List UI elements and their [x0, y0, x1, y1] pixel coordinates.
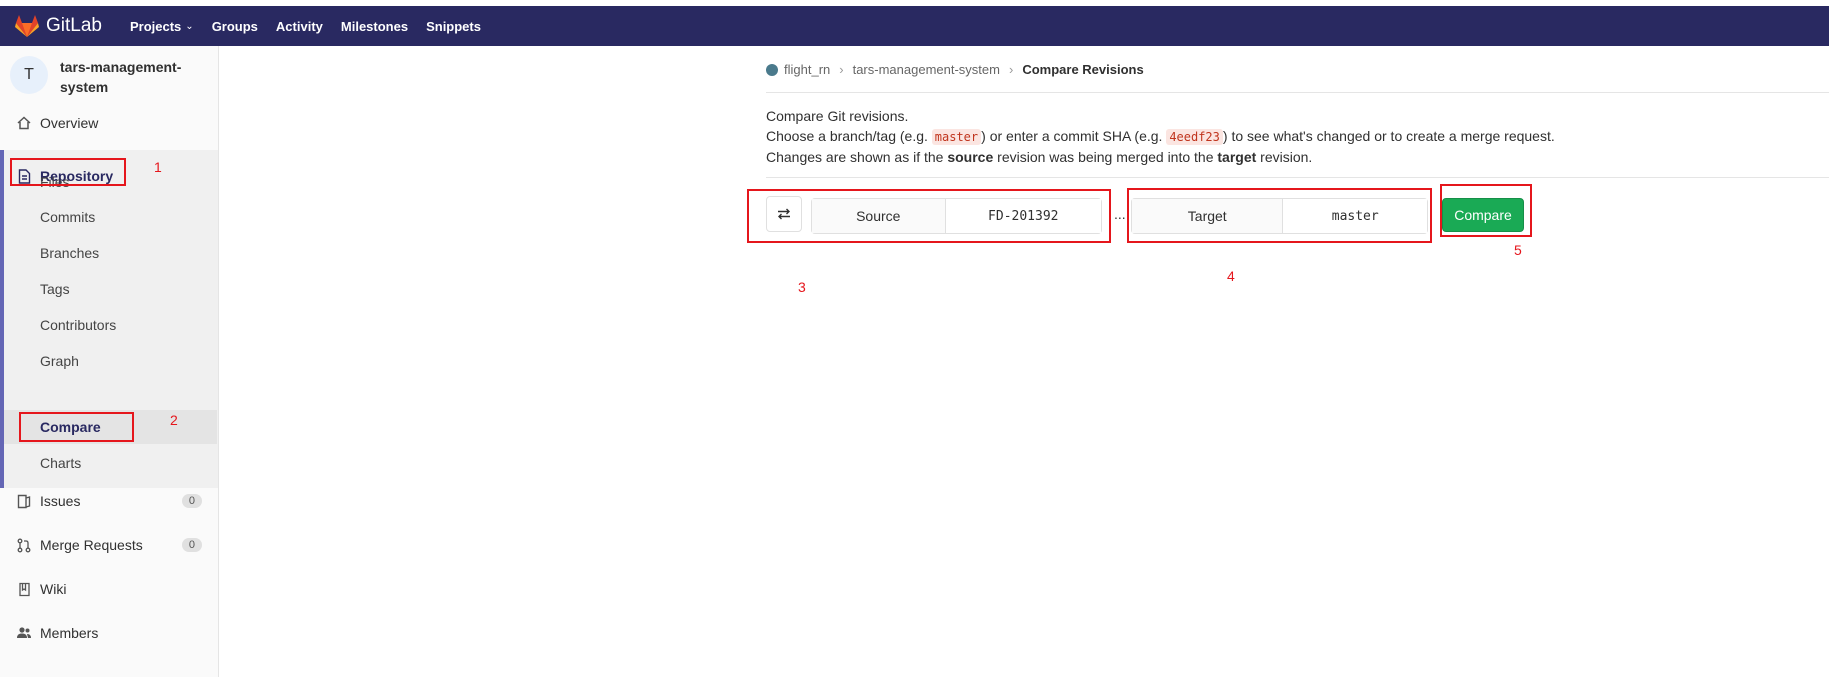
sidebar-item-merge-requests[interactable]: Merge Requests 0 [0, 530, 218, 560]
sidebar-item-overview[interactable]: Overview [0, 108, 218, 138]
project-header[interactable]: T tars-management-system [0, 46, 218, 112]
sidebar-subitem-contributors[interactable]: Contributors [40, 317, 116, 333]
sidebar-subitem-branches[interactable]: Branches [40, 245, 99, 261]
sidebar-item-label: Members [40, 625, 99, 641]
annotation-box-2 [19, 412, 134, 442]
merge-request-icon [16, 537, 32, 553]
sidebar-subitem-graph[interactable]: Graph [40, 353, 79, 369]
sidebar-item-wiki[interactable]: Wiki [0, 574, 218, 604]
sidebar-subitem-charts[interactable]: Charts [40, 455, 81, 471]
chevron-down-icon: ⌄ [185, 20, 194, 32]
breadcrumb-project[interactable]: tars-management-system [853, 62, 1000, 77]
home-icon [16, 115, 32, 131]
sidebar-item-label: Overview [40, 115, 99, 131]
issues-count-badge: 0 [181, 494, 202, 508]
sidebar-subitem-tags[interactable]: Tags [40, 281, 70, 297]
project-avatar: T [10, 56, 48, 94]
breadcrumb-current[interactable]: Compare Revisions [1022, 62, 1143, 77]
breadcrumb-separator-icon: › [1008, 62, 1014, 77]
divider [766, 177, 1829, 178]
breadcrumb-group[interactable]: flight_rn [784, 62, 830, 77]
nav-groups[interactable]: Groups [212, 19, 258, 34]
nav-activity[interactable]: Activity [276, 19, 323, 34]
example-branch-code: master [931, 129, 982, 145]
gitlab-logo[interactable]: GitLab [14, 14, 102, 38]
annotation-box-1 [10, 158, 126, 186]
source-emphasis: source [947, 149, 994, 165]
nav-snippets[interactable]: Snippets [426, 19, 481, 34]
merge-requests-count-badge: 0 [181, 538, 202, 552]
text-fragment: Changes are shown as if the [766, 149, 948, 165]
description-line-1: Compare Git revisions. [766, 108, 909, 124]
description-line-3: Changes are shown as if the source revis… [766, 147, 1555, 167]
breadcrumb-separator-icon: › [839, 62, 844, 77]
breadcrumb: flight_rn › tars-management-system › Com… [766, 62, 1144, 77]
project-name: tars-management-system [60, 59, 182, 95]
target-emphasis: target [1217, 149, 1257, 165]
text-fragment: revision was being merged into the [993, 149, 1218, 165]
divider [766, 92, 1829, 93]
description-line-2: Choose a branch/tag (e.g. master) or ent… [766, 126, 1555, 147]
text-fragment: ) or enter a commit SHA (e.g. [981, 128, 1167, 144]
sidebar-item-label: Issues [40, 493, 81, 509]
annotation-box-4 [1127, 188, 1432, 243]
text-fragment: ) to see what's changed or to create a m… [1222, 128, 1555, 144]
example-sha-code: 4eedf23 [1166, 129, 1223, 145]
sidebar-item-issues[interactable]: Issues 0 [0, 486, 218, 516]
annotation-box-3 [747, 189, 1111, 243]
group-avatar-icon [766, 63, 778, 76]
book-icon [16, 581, 32, 597]
top-navbar: GitLab Projects ⌄ Groups Activity Milest… [0, 6, 1829, 46]
issues-icon [16, 493, 32, 509]
compare-description: Compare Git revisions. Choose a branch/t… [766, 106, 1555, 167]
nav-milestones[interactable]: Milestones [341, 19, 408, 34]
annotation-number-3: 3 [798, 279, 806, 295]
nav-projects-label: Projects [129, 18, 182, 34]
annotation-number-5: 5 [1514, 242, 1522, 258]
gitlab-fox-icon [15, 15, 39, 37]
annotation-number-2: 2 [170, 412, 178, 428]
brand-name: GitLab [46, 15, 102, 36]
annotation-number-4: 4 [1227, 268, 1235, 284]
sidebar: T tars-management-system Overview Reposi… [0, 46, 219, 677]
text-fragment: Choose a branch/tag (e.g. [766, 128, 932, 144]
nav-projects[interactable]: Projects ⌄ [130, 19, 194, 34]
revision-separator: ... [1114, 206, 1126, 222]
text-fragment: revision. [1256, 149, 1313, 165]
annotation-box-5 [1440, 184, 1532, 237]
users-icon [16, 625, 32, 641]
sidebar-item-label: Wiki [40, 581, 67, 597]
sidebar-subitem-commits[interactable]: Commits [40, 209, 95, 225]
sidebar-item-members[interactable]: Members [0, 618, 218, 648]
annotation-number-1: 1 [154, 159, 162, 175]
sidebar-item-label: Merge Requests [40, 537, 143, 553]
